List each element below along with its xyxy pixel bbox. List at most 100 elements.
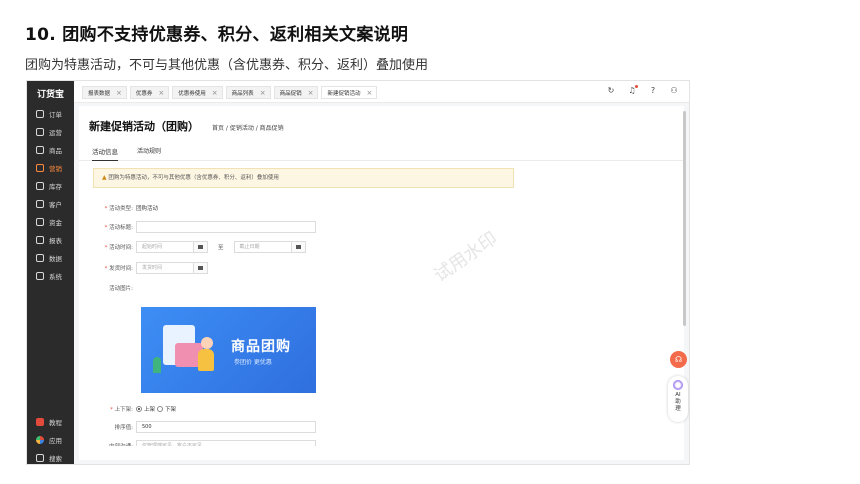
topbar: 报表数据 × 优惠券 × 优惠券使用 × 商品列表 × 商品促销 × 新建促销活动 × ↻ ♫ ? ⚇ (74, 81, 689, 103)
tab-activity-info[interactable]: 活动信息 (92, 146, 118, 161)
search-icon (36, 454, 44, 462)
sidebar-item-report[interactable]: 报表 (27, 231, 74, 249)
ship-time-input[interactable]: 发货时间 (136, 262, 194, 274)
tab-label: 商品促销 (279, 90, 302, 97)
tab-item[interactable]: 新建促销活动 × (321, 86, 378, 99)
calendar-icon[interactable] (291, 241, 306, 253)
warning-icon: ▲ (102, 174, 107, 181)
sidebar-item-goods[interactable]: 商品 (27, 141, 74, 159)
sidebar-item-label: 库存 (49, 183, 62, 191)
bell-icon[interactable]: ♫ (627, 85, 638, 97)
app-screenshot: 订货宝 订单 运营 商品 营销 库存 客户 资金 报表 数据 系统 教程 应用 搜索 报表数据 × 优惠券… (26, 80, 690, 465)
title-input[interactable] (136, 221, 316, 233)
type-label: * 活动类型: (104, 206, 133, 212)
to-label: 至 (218, 245, 224, 251)
calendar-icon[interactable] (194, 241, 208, 253)
user-icon[interactable]: ⚇ (669, 85, 679, 97)
ai-assistant-button[interactable]: AI助理 (668, 376, 688, 422)
data-icon (36, 254, 44, 262)
ai-label: AI助理 (675, 392, 681, 412)
shelf-off-radio[interactable]: 下架 (157, 405, 176, 413)
image-label: 活动图片: (109, 286, 133, 292)
help-icon[interactable]: ? (648, 85, 658, 97)
sort-input[interactable]: 500 (136, 421, 316, 433)
operation-icon (36, 128, 44, 136)
sidebar-item-label: 应用 (49, 437, 62, 445)
sidebar-item-operation[interactable]: 运营 (27, 123, 74, 141)
tab-item[interactable]: 商品列表 × (225, 86, 271, 99)
sidebar-item-label: 营销 (49, 165, 62, 173)
sidebar-item-customer[interactable]: 客户 (27, 195, 74, 213)
shelf-label: * 上下架: (110, 407, 133, 413)
sidebar-item-warehouse[interactable]: 库存 (27, 177, 74, 195)
close-icon[interactable]: × (260, 89, 266, 97)
sidebar-item-finance[interactable]: 资金 (27, 213, 74, 231)
subtabs: 活动信息 活动规则 (79, 143, 684, 161)
sidebar-item-marketing[interactable]: 营销 (27, 159, 74, 177)
tab-label: 商品列表 (231, 90, 254, 97)
close-icon[interactable]: × (308, 89, 314, 97)
banner-title: 商品团购 (231, 339, 291, 355)
sidebar-item-data[interactable]: 数据 (27, 249, 74, 267)
finance-icon (36, 218, 44, 226)
notice-text: 团购为特惠活动，不可与其他优惠（含优惠券、积分、返利）叠加使用 (108, 175, 279, 181)
calendar-icon[interactable] (194, 262, 208, 274)
sidebar-item-search[interactable]: 搜索 (27, 449, 74, 464)
end-time-input[interactable]: 截止日期 (233, 241, 292, 253)
sort-label: 排序值: (114, 425, 133, 431)
sidebar-item-apps[interactable]: 应用 (27, 431, 74, 449)
sidebar-item-label: 系统 (49, 273, 62, 281)
sidebar: 订货宝 订单运营商品营销库存客户资金报表数据系统 教程应用搜索 (27, 81, 74, 464)
logo: 订货宝 (36, 90, 64, 100)
system-icon (36, 272, 44, 280)
headset-icon[interactable]: ☊ (670, 351, 687, 368)
main-content: 新建促销活动（团购） 首页 / 促销活动 / 商品促销 活动信息 活动规则 ▲ … (79, 106, 684, 460)
sidebar-item-tutorial[interactable]: 教程 (27, 413, 74, 431)
tutorial-icon (36, 418, 44, 426)
shelf-on-radio[interactable]: 上架 (136, 405, 155, 413)
doc-title: 10. 团购不支持优惠券、积分、返利相关文案说明 (25, 25, 409, 45)
tab-item[interactable]: 报表数据 × (82, 86, 127, 99)
close-icon[interactable]: × (116, 89, 122, 97)
tab-activity-rules[interactable]: 活动规则 (137, 146, 161, 155)
tab-label: 优惠券 (135, 90, 153, 97)
tab-item[interactable]: 商品促销 × (273, 86, 319, 99)
breadcrumb: 首页 / 促销活动 / 商品促销 (212, 125, 284, 132)
sidebar-item-label: 订单 (49, 111, 62, 119)
refresh-icon[interactable]: ↻ (606, 85, 616, 97)
time-label: * 活动时间: (104, 245, 133, 251)
close-icon[interactable]: × (158, 89, 164, 97)
sidebar-item-system[interactable]: 系统 (27, 267, 74, 285)
scrollbar[interactable] (683, 111, 686, 326)
warehouse-icon (36, 182, 44, 190)
customer-icon (36, 200, 44, 208)
apps-icon (36, 436, 44, 444)
report-icon (36, 236, 44, 244)
sidebar-item-label: 资金 (49, 219, 62, 227)
doc-subtitle: 团购为特惠活动，不可与其他优惠（含优惠券、积分、返利）叠加使用 (25, 58, 429, 73)
close-icon[interactable]: × (366, 89, 372, 97)
goods-icon (36, 146, 44, 154)
start-time-input[interactable]: 起始时间 (136, 241, 194, 253)
activity-image[interactable]: 商品团购 参团价 更优惠 (141, 307, 316, 393)
watermark: 试用水印 (430, 227, 502, 287)
tab-item[interactable]: 优惠券 × (129, 86, 170, 99)
close-icon[interactable]: × (212, 89, 218, 97)
sidebar-item-label: 数据 (49, 255, 62, 263)
sidebar-item-label: 运营 (49, 129, 62, 137)
tab-label: 新建促销活动 (327, 90, 361, 97)
notice-banner: ▲ 团购为特惠活动，不可与其他优惠（含优惠券、积分、返利）叠加使用 (93, 168, 514, 188)
type-value: 团购活动 (136, 206, 159, 212)
form-footer (79, 446, 684, 460)
sidebar-item-label: 搜索 (49, 455, 62, 463)
order-icon (36, 110, 44, 118)
sidebar-item-label: 客户 (49, 201, 62, 209)
tab-item[interactable]: 优惠券使用 × (172, 86, 223, 99)
marketing-icon (36, 164, 44, 172)
ai-orb-icon (673, 380, 683, 390)
page-title: 新建促销活动（团购） (89, 120, 199, 133)
sidebar-item-order[interactable]: 订单 (27, 105, 74, 123)
sidebar-item-label: 商品 (49, 147, 62, 155)
sidebar-item-label: 教程 (49, 419, 62, 427)
ship-label: * 发货时间: (104, 266, 133, 272)
